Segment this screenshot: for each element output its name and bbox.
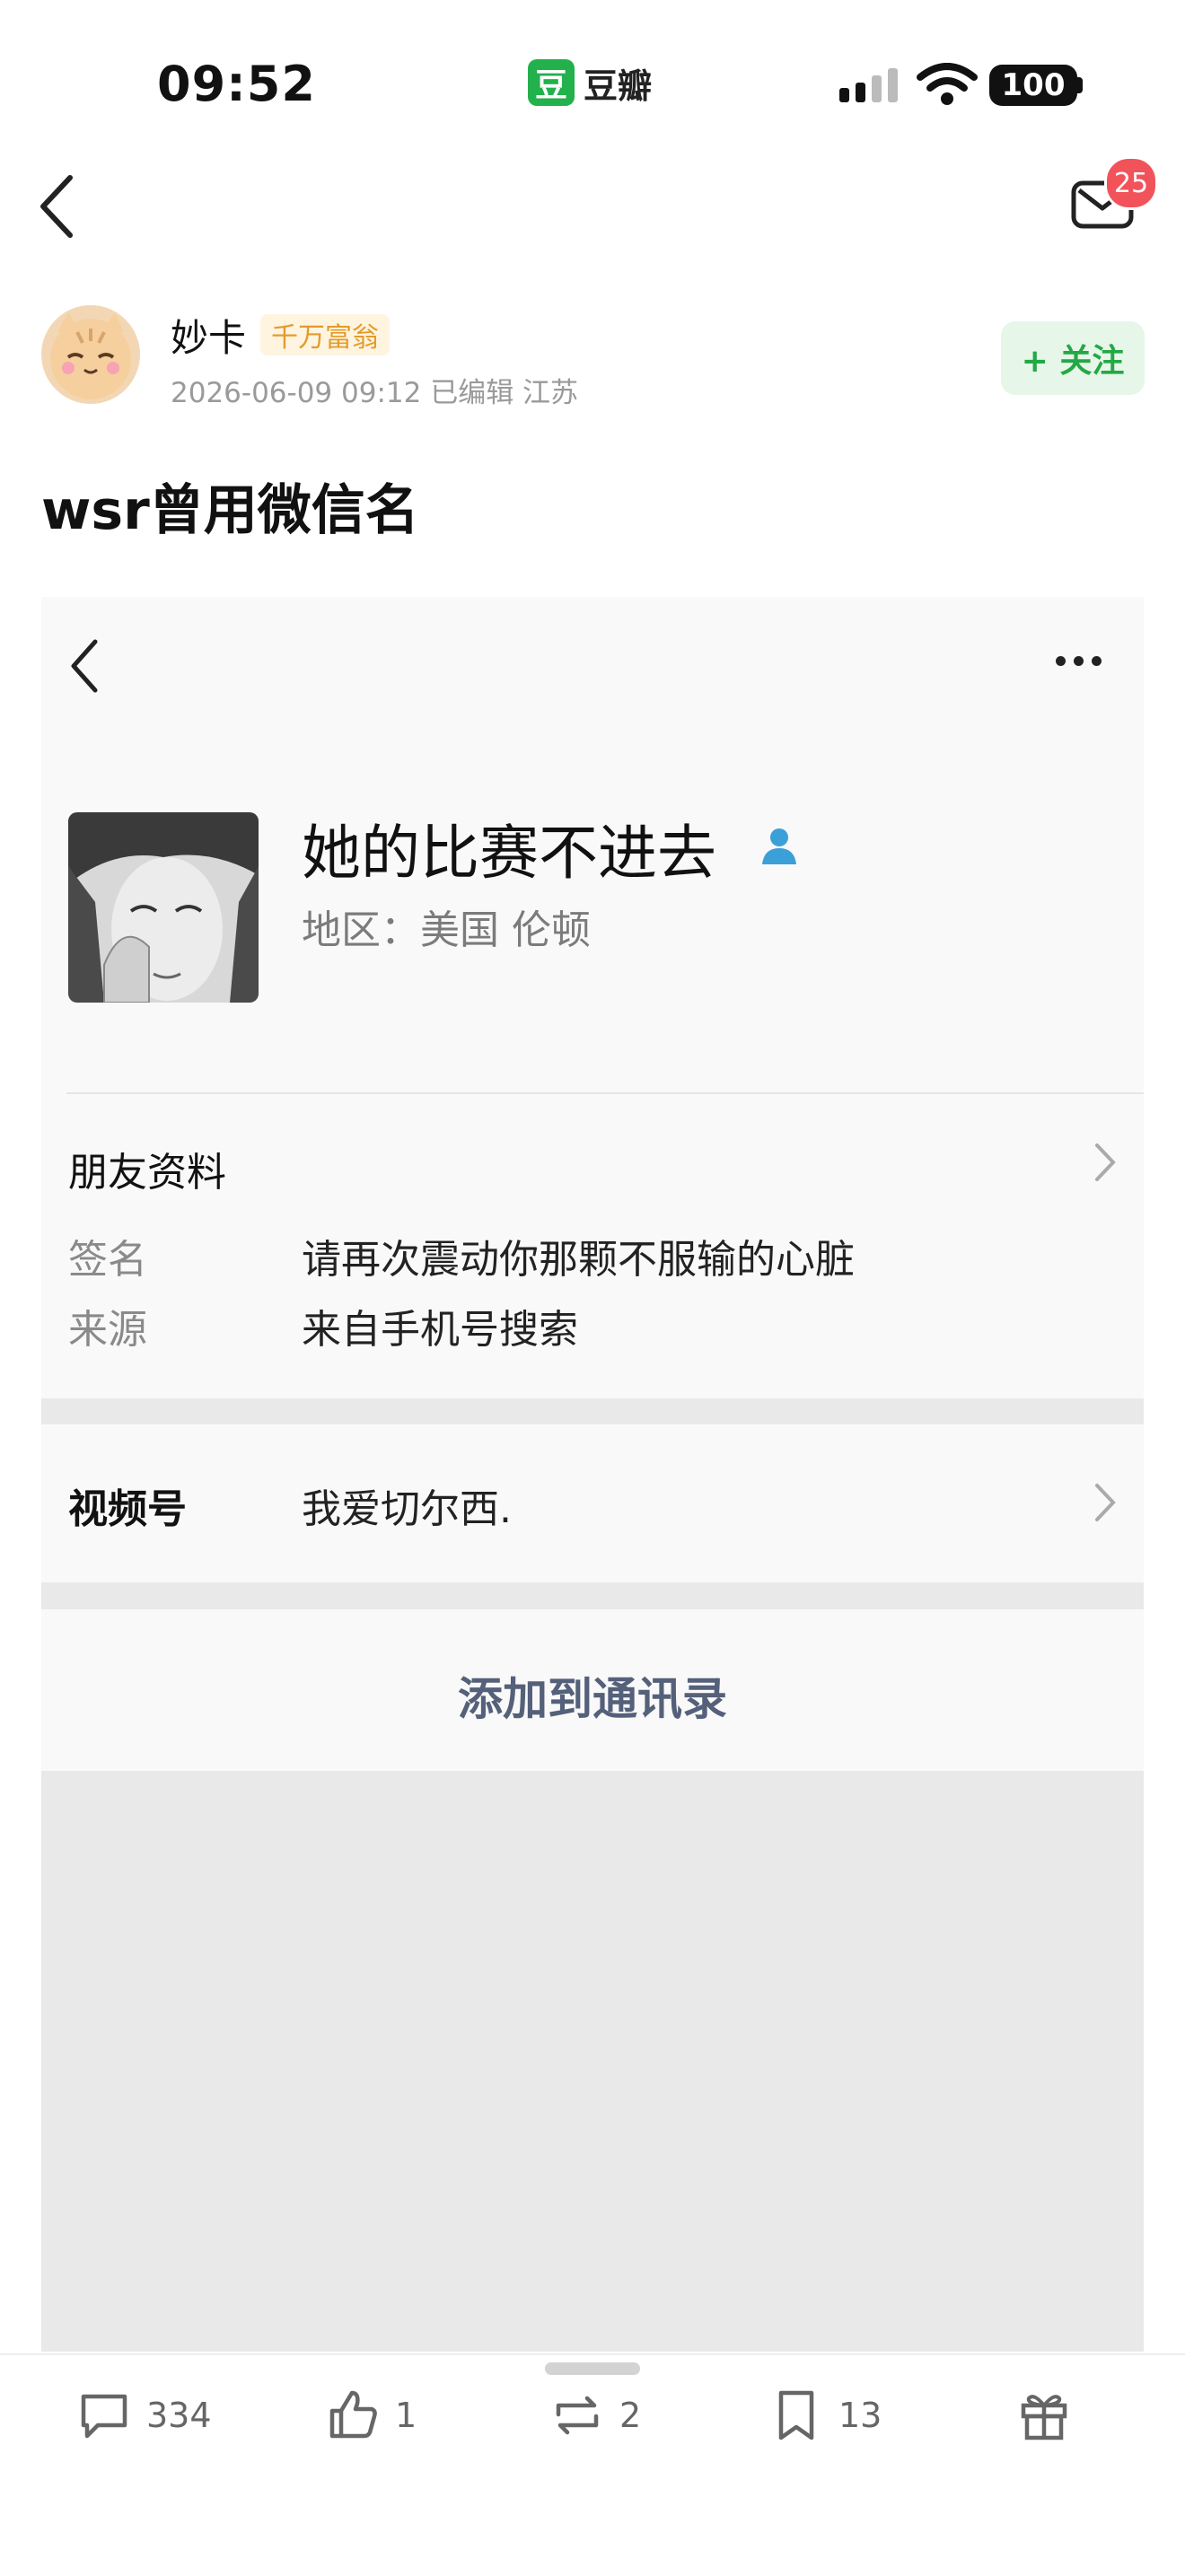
screenshot-back-icon [71,639,98,693]
comment-icon [81,2394,127,2439]
douban-logo-icon: 豆 [528,59,575,106]
author-name[interactable]: 妙卡 [171,308,246,363]
source-value: 来自手机号搜索 [302,1307,578,1353]
profile-portrait [68,812,259,1003]
profile-card: 她的比赛不进去 地区：美国 伦顿 朋友资料 签名 请再次震动你那颗不服输的心脏 … [41,597,1144,1398]
portrait-sketch-icon [68,812,259,1003]
divider [66,1092,1144,1094]
like-count: 1 [395,2396,417,2435]
post-title: wsr曾用微信名 [41,479,419,542]
thumbs-up-icon [329,2390,377,2439]
gift-button[interactable] [1016,2383,1072,2448]
gift-icon [1021,2395,1067,2440]
profile-nickname: 她的比赛不进去 [302,819,716,888]
notification-badge: 25 [1104,156,1158,210]
signature-key: 签名 [68,1237,147,1283]
post-meta: 2026-06-09 09:12 已编辑 江苏 [171,377,579,409]
comment-button[interactable]: 334 [76,2383,212,2448]
reshare-count: 2 [619,2396,642,2435]
more-icon [1056,656,1102,666]
contact-person-icon [762,828,796,864]
chevron-right-icon [1095,1484,1116,1521]
follow-button[interactable]: + 关注 [1001,321,1145,395]
channels-label: 视频号 [68,1486,187,1532]
channels-value: 我爱切尔西. [302,1486,512,1532]
app-indicator: 豆 豆瓣 [528,59,652,106]
friend-info-label: 朋友资料 [68,1150,226,1196]
profile-region: 地区：美国 伦顿 [302,907,591,953]
battery-icon: 100 [989,65,1077,106]
bookmark-count: 13 [838,2396,882,2435]
source-key: 来源 [68,1307,147,1353]
like-button[interactable]: 1 [325,2383,417,2448]
comment-count: 334 [146,2396,212,2435]
back-arrow-icon[interactable] [34,171,79,242]
status-time: 09:52 [157,56,316,112]
drag-handle[interactable] [545,2362,640,2375]
chevron-right-icon [1095,1143,1116,1181]
add-contact-label: 添加到通讯录 [458,1673,727,1725]
cat-avatar-icon [50,312,131,399]
reshare-icon [556,2396,599,2435]
bookmark-button[interactable]: 13 [768,2383,882,2448]
post-image[interactable]: 她的比赛不进去 地区：美国 伦顿 朋友资料 签名 请再次震动你那颗不服输的心脏 … [41,597,1144,2352]
cellular-signal-icon [839,66,898,102]
signature-value: 请再次震动你那颗不服输的心脏 [302,1237,855,1283]
channels-card: 视频号 我爱切尔西. [41,1424,1144,1582]
reshare-button[interactable]: 2 [549,2383,641,2448]
app-name: 豆瓣 [584,66,653,106]
bookmark-icon [778,2390,814,2440]
battery-tip [1077,77,1083,93]
add-contact-card: 添加到通讯录 [41,1609,1144,1771]
author-avatar[interactable] [41,305,140,404]
wifi-icon [917,63,978,105]
rank-badge: 千万富翁 [260,314,390,355]
